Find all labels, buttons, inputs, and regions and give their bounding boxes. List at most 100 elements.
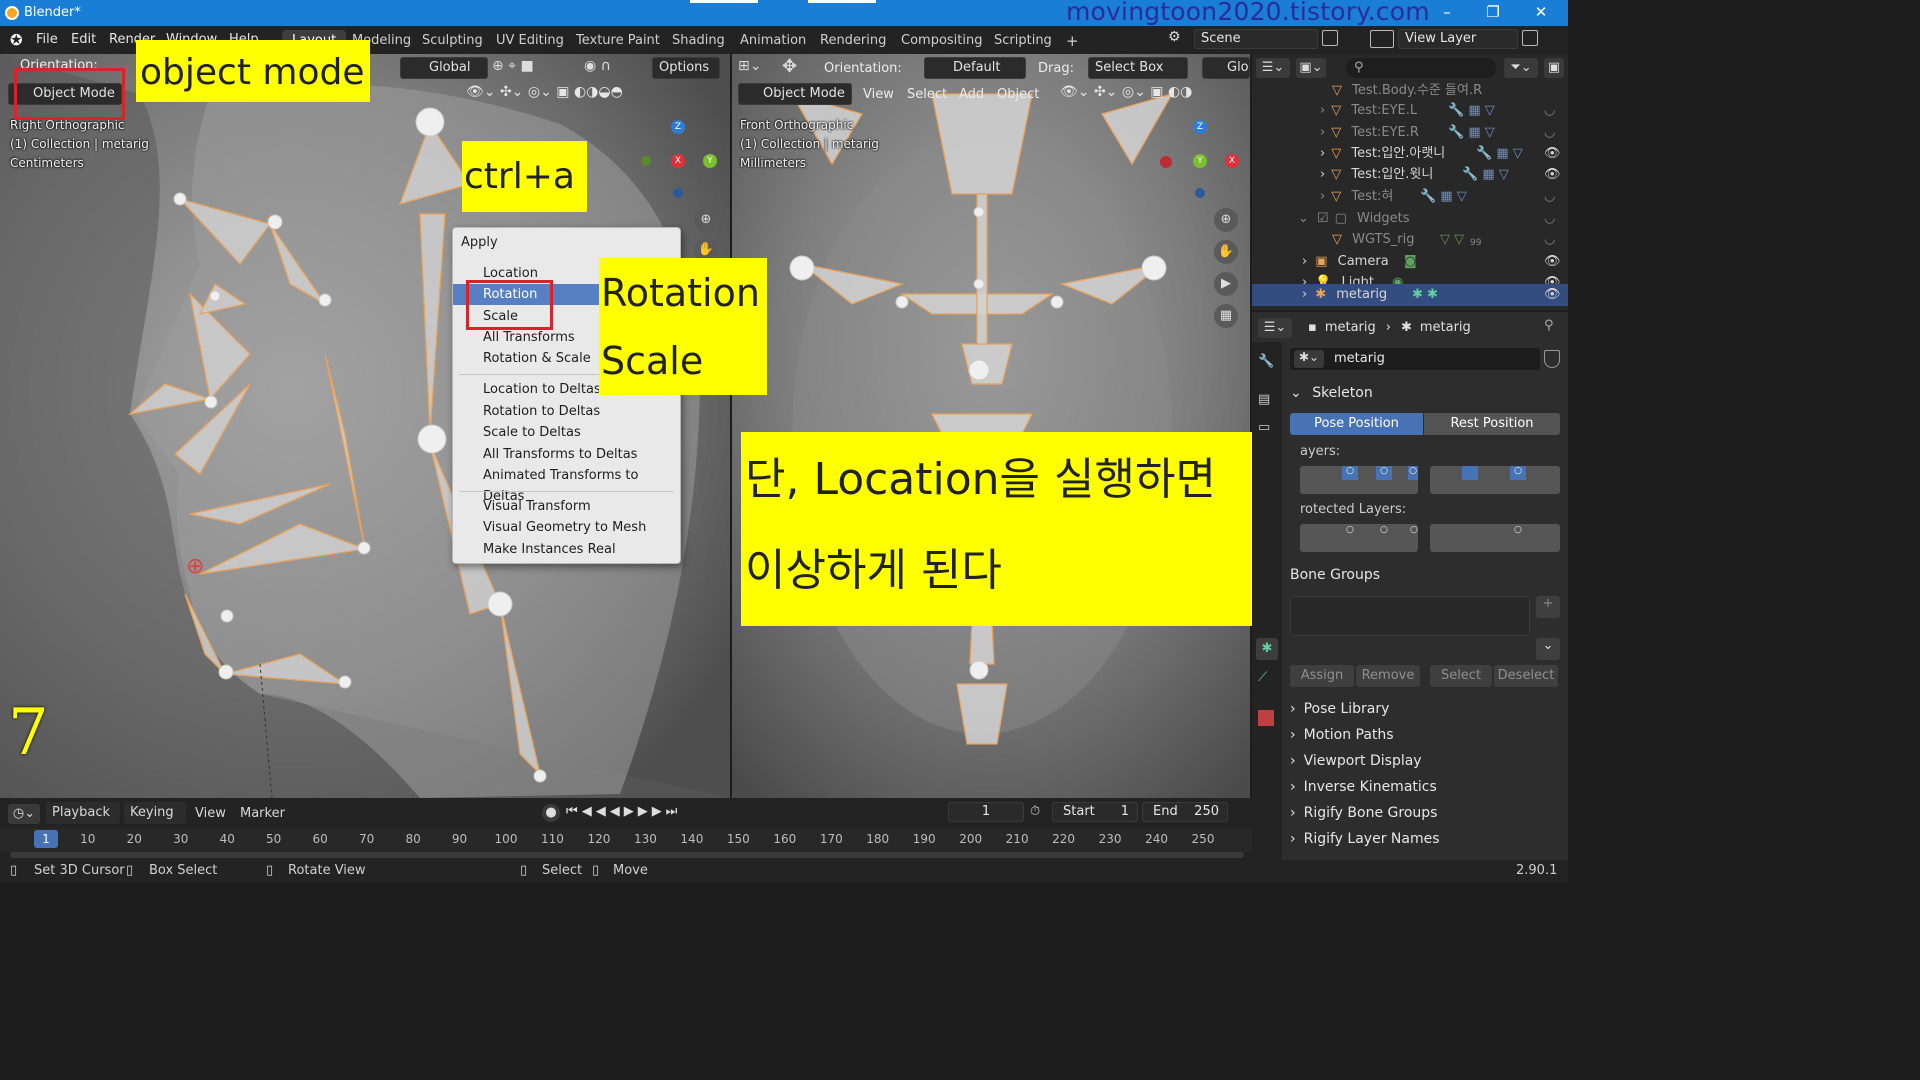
properties-editor-type-icon[interactable]: ☰⌄: [1258, 318, 1292, 338]
bone-groups-panel-header[interactable]: Bone Groups: [1290, 562, 1566, 588]
menu-object[interactable]: Object: [997, 87, 1039, 102]
scene-name-field[interactable]: Scene: [1194, 29, 1318, 49]
apply-rotation-deltas-item[interactable]: Rotation to Deltas: [453, 401, 680, 422]
left-orientation-dropdown[interactable]: Global: [400, 57, 488, 79]
ortho-grid-icon[interactable]: ▦: [1214, 304, 1238, 328]
gizmo-neg-y-icon[interactable]: [641, 156, 651, 166]
gizmo-y-axis-icon[interactable]: Y: [703, 154, 717, 168]
new-scene-icon[interactable]: [1322, 30, 1338, 46]
right-orientation-dropdown[interactable]: Default: [924, 57, 1026, 79]
tab-compositing[interactable]: Compositing: [891, 30, 993, 52]
timeline-view-menu[interactable]: View: [195, 806, 226, 821]
scene-browse-icon[interactable]: ⚙: [1168, 29, 1190, 49]
gizmo-y-axis-icon[interactable]: Y: [1193, 154, 1207, 168]
tab-scripting[interactable]: Scripting: [984, 30, 1062, 52]
minimize-button[interactable]: –: [1424, 0, 1470, 26]
apply-visual-geometry-item[interactable]: Visual Geometry to Mesh: [453, 517, 680, 538]
outliner-search-input[interactable]: ⚲: [1346, 58, 1496, 78]
visibility-eye-icon[interactable]: ◡: [1544, 186, 1555, 207]
timeline-scrollbar[interactable]: [10, 852, 1244, 858]
protected-layers-grid-2[interactable]: ○: [1430, 524, 1560, 552]
snap-icon[interactable]: ⊕ ⌖ ■: [492, 58, 534, 74]
output-tab-icon[interactable]: ▭: [1258, 420, 1270, 435]
tab-rendering[interactable]: Rendering: [810, 30, 896, 52]
bone-groups-list[interactable]: [1290, 596, 1530, 636]
tab-texture-paint[interactable]: Texture Paint: [566, 30, 670, 52]
armature-layers-grid-1[interactable]: ○ ○ ○: [1300, 466, 1418, 494]
end-frame-field[interactable]: End 250: [1142, 802, 1228, 822]
layer-dot-icon[interactable]: ○: [1408, 466, 1418, 480]
apply-all-transforms-deltas-item[interactable]: All Transforms to Deltas: [453, 444, 680, 465]
outliner-editor-type-icon[interactable]: ☰⌄: [1256, 58, 1290, 78]
visibility-eye-icon[interactable]: 👁: [1544, 284, 1561, 306]
left-options-button[interactable]: Options: [652, 57, 720, 79]
apply-animated-transforms-deltas-item[interactable]: Animated Transforms to Deltas: [453, 465, 680, 504]
tab-shading[interactable]: Shading: [662, 30, 735, 52]
data-block-field[interactable]: ✱⌄ metarig: [1290, 348, 1540, 370]
tab-sculpting[interactable]: Sculpting: [412, 30, 493, 52]
layer-dot-icon[interactable]: ○: [1510, 466, 1526, 480]
outliner-row[interactable]: › ▽ Test:EYE.L 🔧 ▦ ▽ ◡: [1252, 100, 1568, 121]
outliner-row[interactable]: › ✱ metarig ✱ ✱ 👁: [1252, 284, 1568, 306]
zoom-icon[interactable]: ⊕: [1214, 208, 1238, 232]
right-viewport-shading-icons[interactable]: 👁⌄ ✣⌄ ◎⌄ ▣ ◐◑: [1060, 84, 1192, 100]
timeline-editor-type-icon[interactable]: ◷⌄: [8, 804, 40, 824]
armature-layers-grid-2[interactable]: ○: [1430, 466, 1560, 494]
visibility-eye-icon[interactable]: ◡: [1544, 100, 1555, 121]
outliner-row[interactable]: › ▣ Camera ◙ 👁: [1252, 251, 1568, 272]
add-workspace-button[interactable]: +: [1056, 30, 1089, 52]
outliner-row[interactable]: ▽ WGTS_rig ▽ ▽ 99 ◡: [1252, 229, 1568, 250]
gizmo-neg-z-icon[interactable]: [1195, 188, 1205, 198]
outliner-row[interactable]: › ▽ Test:입안.윗니 🔧 ▦ ▽ 👁: [1252, 164, 1568, 185]
viewport-display-panel[interactable]: › Viewport Display: [1290, 748, 1566, 774]
add-bone-group-icon[interactable]: +: [1536, 596, 1560, 618]
layer-active-cell[interactable]: [1462, 466, 1478, 480]
close-window-button[interactable]: ✕: [1518, 0, 1564, 26]
pin-icon[interactable]: ⚲: [1544, 318, 1554, 333]
outliner-row[interactable]: › ▽ Test:입안.아랫니 🔧 ▦ ▽ 👁: [1252, 143, 1568, 164]
gizmo-neg-x-icon[interactable]: [1160, 156, 1172, 168]
checkbox-icon[interactable]: ☑: [1317, 211, 1329, 226]
make-instances-real-item[interactable]: Make Instances Real: [453, 539, 680, 560]
view-layer-field[interactable]: View Layer: [1398, 29, 1518, 49]
menu-select[interactable]: Select: [907, 87, 947, 102]
right-object-mode-dropdown[interactable]: Object Mode: [738, 83, 852, 105]
texture-tab-icon[interactable]: [1258, 710, 1274, 726]
left-snap-tools[interactable]: ⊕ ⌖ ■: [492, 58, 572, 78]
apply-visual-transform-item[interactable]: Visual Transform: [453, 496, 680, 517]
keying-menu[interactable]: Keying ⌄: [124, 802, 186, 842]
rigify-bone-groups-panel[interactable]: › Rigify Bone Groups: [1290, 800, 1566, 826]
menu-file[interactable]: File: [36, 32, 58, 47]
pose-library-panel[interactable]: › Pose Library: [1290, 696, 1566, 722]
layer-dot-icon[interactable]: ○: [1342, 466, 1358, 480]
apply-scale-deltas-item[interactable]: Scale to Deltas: [453, 422, 680, 443]
rest-position-button[interactable]: Rest Position: [1424, 413, 1560, 435]
right-3d-viewport[interactable]: ⊞⌄ ✥ Orientation: Default Drag: Select B…: [732, 54, 1250, 798]
editor-type-icon[interactable]: ⊞⌄: [738, 58, 761, 74]
display-mode-icon[interactable]: ▣⌄: [1296, 58, 1326, 78]
right-navigation-gizmo[interactable]: Z Y X: [1160, 120, 1240, 200]
remove-button[interactable]: Remove: [1356, 665, 1420, 687]
gizmo-z-axis-icon[interactable]: Z: [1193, 120, 1207, 134]
drag-select-dropdown[interactable]: Select Box: [1088, 57, 1188, 79]
gizmo-x-axis-icon[interactable]: X: [1225, 154, 1239, 168]
bone-tab-icon[interactable]: ⟋: [1258, 670, 1267, 685]
bone-group-menu-icon[interactable]: ⌄: [1536, 638, 1560, 660]
visibility-eye-icon[interactable]: ◡: [1544, 208, 1555, 229]
rigify-layer-names-panel[interactable]: › Rigify Layer Names: [1290, 826, 1566, 852]
view-layer-browse-icon[interactable]: [1370, 30, 1394, 48]
playback-controls[interactable]: ⏮◀◀◀▶▶▶⏭: [566, 804, 681, 819]
protected-layers-grid-1[interactable]: ○ ○ ○: [1300, 524, 1418, 552]
new-view-layer-icon[interactable]: [1522, 30, 1538, 46]
new-collection-icon[interactable]: ▣: [1544, 58, 1564, 78]
data-block-browse-icon[interactable]: ✱⌄: [1294, 350, 1324, 368]
proportional-edit-icon[interactable]: ◉ ∩: [584, 58, 611, 74]
timeline-marker-menu[interactable]: Marker: [240, 806, 285, 821]
start-frame-field[interactable]: Start 1: [1052, 802, 1138, 822]
gizmo-x-axis-icon[interactable]: X: [671, 154, 685, 168]
zoom-icon[interactable]: ⊕: [694, 208, 718, 232]
menu-edit[interactable]: Edit: [71, 32, 96, 47]
skeleton-panel-header[interactable]: ⌄ Skeleton: [1290, 380, 1566, 406]
outliner-row[interactable]: ⌄ ☑ ▢ Widgets ◡: [1252, 208, 1568, 229]
outliner-row[interactable]: › ▽ Test:혀 🔧 ▦ ▽ ◡: [1252, 186, 1568, 207]
